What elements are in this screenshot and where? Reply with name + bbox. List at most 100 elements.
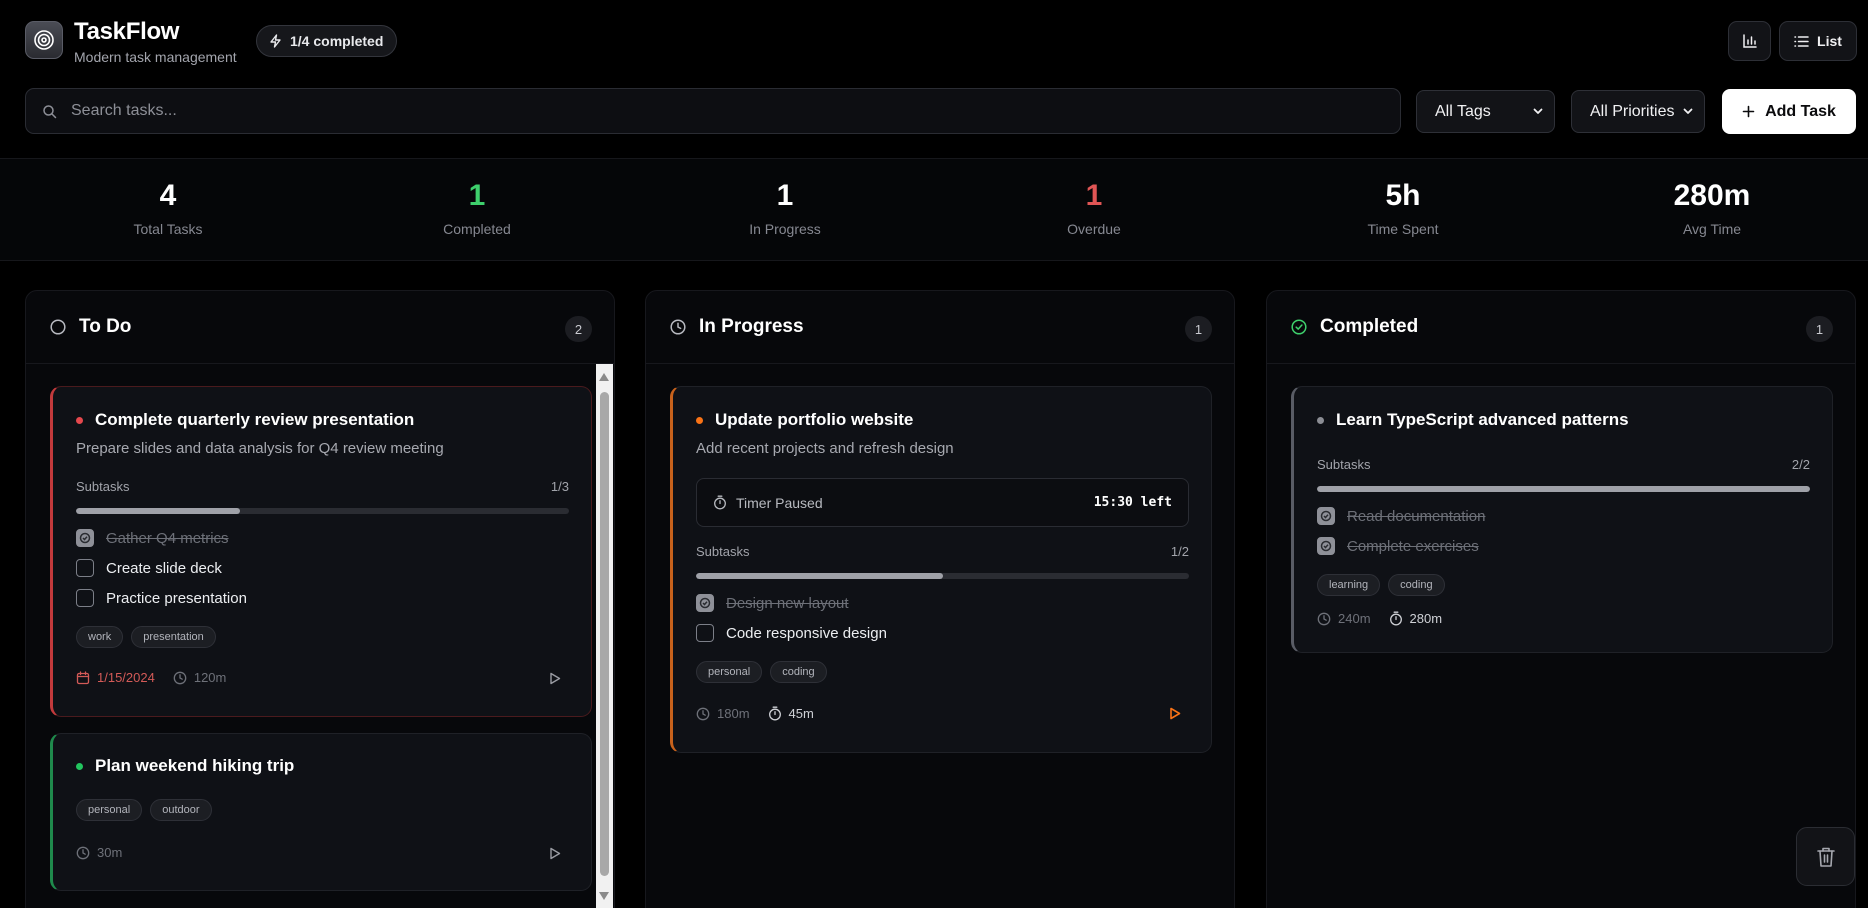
clock-icon [76,846,90,860]
column-title: In Progress [699,316,804,337]
column-count-badge: 1 [1185,316,1212,342]
priority-dot [1317,417,1324,424]
clock-icon [173,671,187,685]
bar-chart-icon [1742,33,1758,49]
stat-label: In Progress [749,221,821,237]
subtasks-label: Subtasks [1317,457,1371,472]
tag[interactable]: personal [696,661,763,683]
search-input[interactable] [71,102,1271,120]
stat-time-spent: 5h Time Spent [1303,179,1503,238]
stat-label: Avg Time [1682,221,1742,237]
tag[interactable]: learning [1317,574,1381,596]
time-spent: 45m [768,706,814,721]
subtask-item[interactable]: Practice presentation [76,589,247,607]
circle-icon [50,319,66,335]
progress-fill [1317,486,1810,492]
stat-total-tasks: 4 Total Tasks [68,179,268,238]
checkbox-checked[interactable] [1317,537,1335,555]
tags-filter-select[interactable]: All Tags [1416,90,1555,133]
time-spent-text: 45m [788,706,814,721]
play-icon[interactable] [1169,707,1181,720]
checkbox-checked[interactable] [696,594,714,612]
todo-scrollbar[interactable] [596,364,613,908]
stat-completed: 1 Completed [377,179,577,238]
subtask-item[interactable]: Code responsive design [696,624,887,642]
tag[interactable]: coding [770,661,827,683]
checkbox[interactable] [76,559,94,577]
task-card[interactable]: Update portfolio website Add recent proj… [670,386,1212,753]
estimate-text: 120m [193,670,227,685]
column-header: To Do 2 [26,291,614,364]
subtask-label: Gather Q4 metrics [106,529,229,547]
stat-overdue: 1 Overdue [994,181,1194,238]
subtasks-label: Subtasks [76,479,130,494]
stat-value: 4 [159,179,177,212]
estimate-text: 240m [1338,611,1371,626]
scroll-down-arrow-icon[interactable] [599,892,609,900]
task-card[interactable]: Complete quarterly review presentation P… [50,386,592,717]
due-date-text: 1/15/2024 [97,670,155,685]
priority-dot [76,417,83,424]
stat-value: 5h [1385,179,1421,212]
app-subtitle: Modern task management [74,49,237,65]
task-description: Add recent projects and refresh design [696,440,954,457]
estimate-text: 30m [97,845,123,860]
priority-filter-value: All Priorities [1590,102,1675,120]
tag-list: personal outdoor [76,799,212,821]
task-card[interactable]: Plan weekend hiking trip personal outdoo… [50,733,592,891]
subtask-item[interactable]: Complete exercises [1317,537,1479,555]
task-description: Prepare slides and data analysis for Q4 … [76,440,444,457]
subtask-label: Code responsive design [726,624,887,642]
column-header: In Progress 1 [646,291,1234,364]
subtasks-progress-bar [76,508,569,514]
tag[interactable]: outdoor [150,799,212,821]
play-icon[interactable] [549,672,561,685]
column-completed: Completed 1 Learn TypeScript advanced pa… [1266,290,1856,908]
tags-filter-value: All Tags [1435,102,1491,120]
estimate: 240m [1317,611,1371,626]
subtasks-count: 2/2 [1791,457,1810,472]
chevron-down-icon [1682,105,1694,117]
scroll-up-arrow-icon[interactable] [599,373,609,381]
play-icon[interactable] [549,847,561,860]
scrollbar-thumb[interactable] [600,392,609,876]
subtask-item[interactable]: Create slide deck [76,559,222,577]
task-meta: 1/15/2024 120m [76,670,226,685]
checkbox-checked[interactable] [76,529,94,547]
subtask-item[interactable]: Gather Q4 metrics [76,529,229,547]
task-card[interactable]: Learn TypeScript advanced patterns Subta… [1291,386,1833,653]
list-view-button[interactable]: List [1779,21,1857,61]
task-title: Learn TypeScript advanced patterns [1336,410,1629,429]
subtask-item[interactable]: Read documentation [1317,507,1485,525]
subtasks-progress-bar [1317,486,1810,492]
stat-value: 1 [468,179,486,212]
app-header: TaskFlow Modern task management 1/4 comp… [0,0,1868,82]
add-task-button[interactable]: Add Task [1722,89,1856,134]
due-date: 1/15/2024 [76,670,155,685]
add-task-label: Add Task [1765,102,1836,120]
stats-view-button[interactable] [1728,21,1771,61]
subtask-label: Practice presentation [106,589,247,607]
column-count-badge: 1 [1806,316,1833,342]
checkbox[interactable] [696,624,714,642]
column-header: Completed 1 [1267,291,1855,364]
stat-label: Time Spent [1367,221,1439,237]
subtasks-count: 1/2 [1170,544,1189,559]
checkbox-checked[interactable] [1317,507,1335,525]
clock-icon [1317,612,1331,626]
stats-bar: 4 Total Tasks 1 Completed 1 In Progress … [0,158,1868,261]
subtask-item[interactable]: Design new layout [696,594,849,612]
checkbox[interactable] [76,589,94,607]
priority-filter-select[interactable]: All Priorities [1571,90,1705,133]
app-title: TaskFlow [74,18,180,45]
stat-avg-time: 280m Avg Time [1612,181,1812,238]
tag[interactable]: work [76,626,124,648]
delete-drop-zone[interactable] [1796,827,1855,886]
tag[interactable]: presentation [131,626,216,648]
timer-status: Timer Paused [736,494,823,511]
tag[interactable]: coding [1388,574,1445,596]
column-title: To Do [79,316,132,337]
tag[interactable]: personal [76,799,143,821]
task-meta: 180m 45m [696,706,814,721]
search-bar[interactable] [25,88,1401,134]
